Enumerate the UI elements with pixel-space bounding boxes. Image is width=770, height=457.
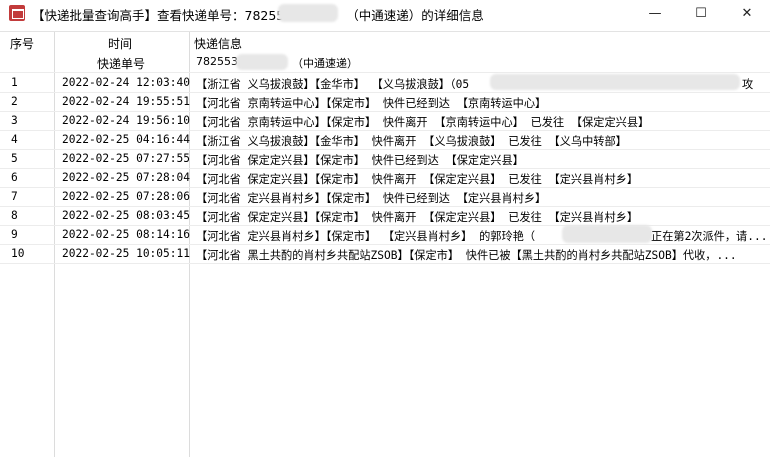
tracking-number-label: 快递单号 <box>97 57 146 71</box>
row-time: 2022-02-25 07:28:06 <box>62 190 190 203</box>
row-index: 2 <box>11 95 18 108</box>
row-index: 5 <box>11 152 18 165</box>
row-time: 2022-02-25 07:27:55 <box>62 152 190 165</box>
table-row[interactable]: 3 2022-02-24 19:56:10 【河北省 京南转运中心】【保定市】 快件… <box>0 111 770 131</box>
table-row[interactable]: 8 2022-02-25 08:03:45 【河北省 保定定兴县】【保定市】 快件离… <box>0 206 770 226</box>
row-index: 6 <box>11 171 18 184</box>
row-index: 9 <box>11 228 18 241</box>
row-time: 2022-02-24 12:03:40 <box>62 76 190 89</box>
header-info[interactable]: 快递信息 <box>194 35 242 52</box>
row-index: 7 <box>11 190 18 203</box>
row-info: 【河北省 保定定兴县】【保定市】 快件离开 【保定定兴县】 已发往 【定兴县肖村… <box>196 173 639 186</box>
app-icon <box>9 5 25 21</box>
row-time: 2022-02-25 10:05:11 <box>62 247 190 260</box>
close-button[interactable]: ✕ <box>724 0 770 26</box>
row-info: 【河北省 黑土共酌的肖村乡共配站ZSOB】【保定市】 快件已被【黑土共酌的肖村乡… <box>196 249 737 262</box>
row-time: 2022-02-25 04:16:44 <box>62 133 190 146</box>
table-row[interactable]: 7 2022-02-25 07:28:06 【河北省 定兴县肖村乡】【保定市】 快件… <box>0 187 770 207</box>
row-info-tail: 正在第2次派件，请... <box>651 230 768 243</box>
table-row[interactable]: 9 2022-02-25 08:14:16 【河北省 定兴县肖村乡】【保定市】 【定… <box>0 225 770 245</box>
row-info: 【浙江省 义乌拔浪鼓】【金华市】 快件离开 【义乌拔浪鼓】 已发往 【义乌中转部… <box>196 135 627 148</box>
title-bar: 【快递批量查询高手】查看快递单号：78255 （中通速递）的详细信息 — ☐ ✕ <box>0 0 770 26</box>
row-time: 2022-02-24 19:56:10 <box>62 114 190 127</box>
row-index: 8 <box>11 209 18 222</box>
row-info: 【河北省 保定定兴县】【保定市】 快件已经到达 【保定定兴县】 <box>196 154 524 167</box>
table-header: 序号 时间 快递信息 <box>0 32 770 51</box>
table-row[interactable]: 5 2022-02-25 07:27:55 【河北省 保定定兴县】【保定市】 快件已… <box>0 149 770 169</box>
tracking-number: 782553 <box>196 55 238 68</box>
redacted-region <box>562 225 652 243</box>
row-index: 3 <box>11 114 18 127</box>
row-info-tail: 攻 <box>742 78 754 91</box>
table-row[interactable]: 6 2022-02-25 07:28:04 【河北省 保定定兴县】【保定市】 快件离… <box>0 168 770 188</box>
redacted-region <box>236 54 288 70</box>
row-time: 2022-02-25 07:28:04 <box>62 171 190 184</box>
row-info: 【河北省 京南转运中心】【保定市】 快件已经到达 【京南转运中心】 <box>196 97 547 110</box>
row-info: 【河北省 定兴县肖村乡】【保定市】 快件已经到达 【定兴县肖村乡】 <box>196 192 547 205</box>
subheader-row: 快递单号 782553 （中通速递） <box>0 52 770 71</box>
row-info: 【河北省 京南转运中心】【保定市】 快件离开 【京南转运中心】 已发往 【保定定… <box>196 116 650 129</box>
minimize-button[interactable]: — <box>632 0 678 26</box>
header-time[interactable]: 时间 <box>108 35 132 52</box>
row-index: 1 <box>11 76 18 89</box>
table-row[interactable]: 4 2022-02-25 04:16:44 【浙江省 义乌拔浪鼓】【金华市】 快件离… <box>0 130 770 150</box>
row-time: 2022-02-25 08:14:16 <box>62 228 190 241</box>
table-row[interactable]: 2 2022-02-24 19:55:51 【河北省 京南转运中心】【保定市】 快件… <box>0 92 770 112</box>
row-index: 4 <box>11 133 18 146</box>
window-title: 【快递批量查询高手】查看快递单号：78255 （中通速递）的详细信息 <box>32 8 484 23</box>
header-index[interactable]: 序号 <box>10 35 34 52</box>
row-index: 10 <box>11 247 25 260</box>
row-info: 【河北省 保定定兴县】【保定市】 快件离开 【保定定兴县】 已发往 【定兴县肖村… <box>196 211 639 224</box>
tracking-table[interactable]: 序号 时间 快递信息 快递单号 782553 （中通速递） 1 2022-02-2… <box>0 31 770 457</box>
table-row[interactable]: 10 2022-02-25 10:05:11 【河北省 黑土共酌的肖村乡共配站ZSO… <box>0 244 770 264</box>
maximize-button[interactable]: ☐ <box>678 0 724 26</box>
redacted-region <box>278 4 338 22</box>
courier-name: （中通速递） <box>292 57 358 70</box>
redacted-region <box>490 74 740 90</box>
row-time: 2022-02-24 19:55:51 <box>62 95 190 108</box>
row-time: 2022-02-25 08:03:45 <box>62 209 190 222</box>
